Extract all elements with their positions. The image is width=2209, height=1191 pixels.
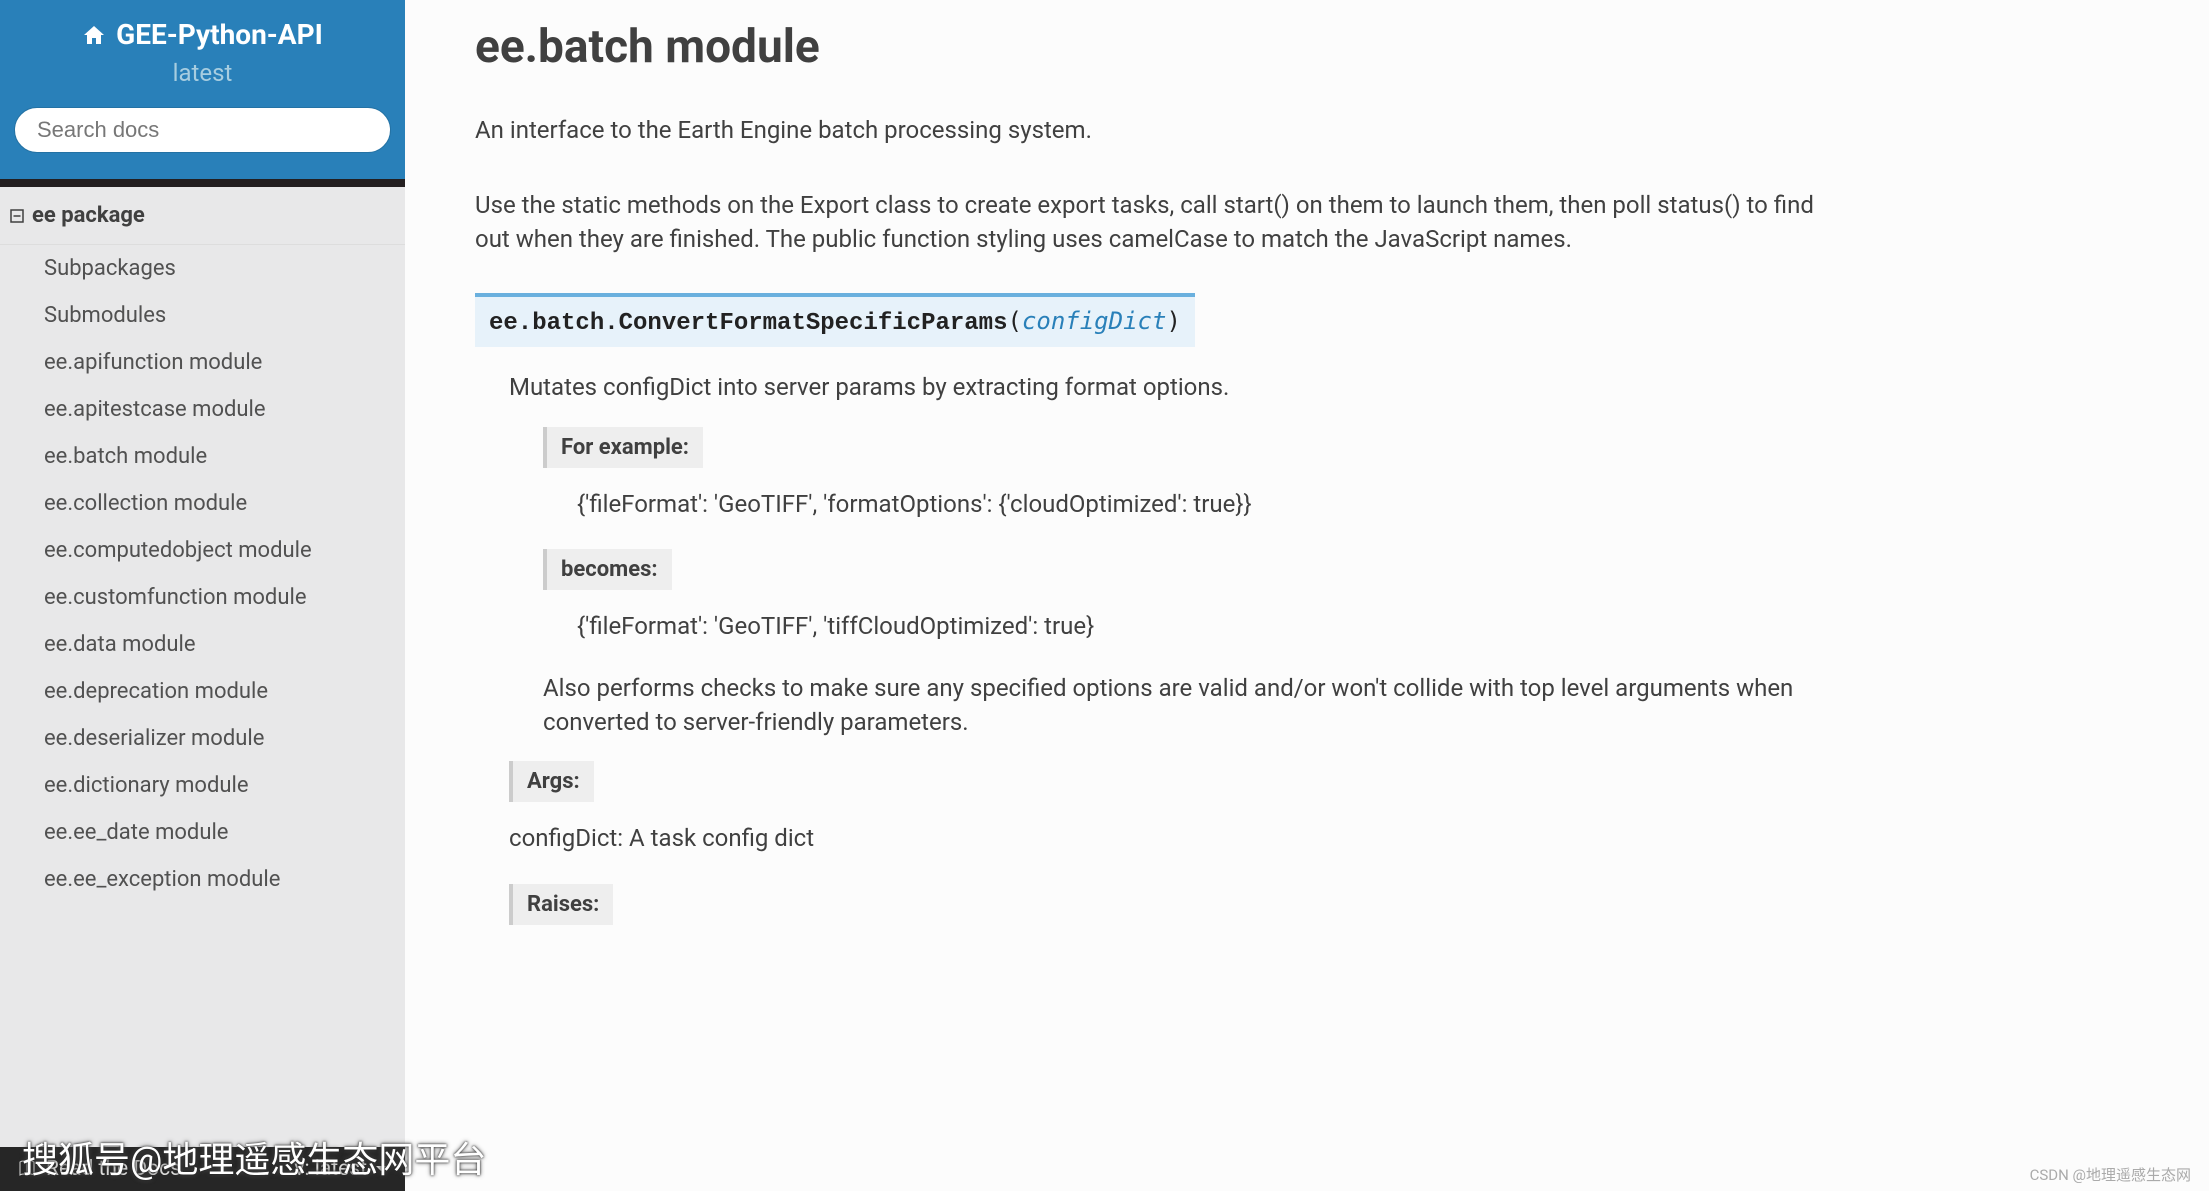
nav-item[interactable]: ee.deserializer module	[0, 715, 405, 762]
page-root: GEE-Python-API latest ee package Subpack…	[0, 0, 2209, 1191]
func-summary: Mutates configDict into server params by…	[509, 371, 2144, 405]
site-version: latest	[10, 59, 395, 87]
nav-heading[interactable]: ee package	[0, 187, 405, 245]
rtd-brand: Read the Docs	[18, 1157, 181, 1181]
intro-text: An interface to the Earth Engine batch p…	[475, 114, 2144, 148]
raises-label: Raises:	[509, 884, 613, 925]
sidebar-nav: ee package Subpackages Submodules ee.api…	[0, 187, 405, 1191]
nav-item[interactable]: ee.apitestcase module	[0, 386, 405, 433]
nav-item[interactable]: ee.ee_exception module	[0, 856, 405, 903]
search-input[interactable]	[14, 107, 391, 153]
sig-paren-open: (	[1007, 307, 1021, 335]
sidebar-header: GEE-Python-API latest	[0, 0, 405, 107]
site-title-text: GEE-Python-API	[116, 18, 323, 51]
rtd-version-text: v: latest	[294, 1157, 367, 1181]
content: ee.batch module An interface to the Eart…	[405, 0, 2209, 1191]
nav-item[interactable]: ee.dictionary module	[0, 762, 405, 809]
watermark-right: CSDN @地理遥感生态网	[2030, 1164, 2191, 1185]
caret-down-icon	[375, 1165, 387, 1173]
example-output: {'fileFormat': 'GeoTIFF', 'tiffCloudOpti…	[543, 610, 2144, 644]
example-input: {'fileFormat': 'GeoTIFF', 'formatOptions…	[543, 488, 2144, 522]
example-block: For example: {'fileFormat': 'GeoTIFF', '…	[509, 427, 2144, 739]
doc-block: Mutates configDict into server params by…	[475, 371, 2144, 945]
home-icon	[82, 24, 106, 46]
nav-heading-text: ee package	[32, 203, 145, 228]
nav-item[interactable]: ee.deprecation module	[0, 668, 405, 715]
nav-item[interactable]: ee.batch module	[0, 433, 405, 480]
divider-bar	[0, 179, 405, 187]
nav-item[interactable]: ee.computedobject module	[0, 527, 405, 574]
site-title[interactable]: GEE-Python-API	[82, 18, 323, 51]
nav-list: Subpackages Submodules ee.apifunction mo…	[0, 245, 405, 903]
nav-item[interactable]: ee.apifunction module	[0, 339, 405, 386]
book-icon	[18, 1160, 36, 1178]
nav-item[interactable]: Subpackages	[0, 245, 405, 292]
rtd-footer[interactable]: Read the Docs v: latest	[0, 1147, 405, 1191]
nav-item[interactable]: ee.customfunction module	[0, 574, 405, 621]
nav-item[interactable]: ee.collection module	[0, 480, 405, 527]
page-title: ee.batch module	[475, 20, 2144, 74]
body-text: Use the static methods on the Export cla…	[475, 188, 1835, 258]
search-wrap	[0, 107, 405, 179]
nav-item[interactable]: ee.data module	[0, 621, 405, 668]
collapse-icon	[10, 209, 24, 223]
example-label: For example:	[543, 427, 703, 468]
function-signature: ee.batch.ConvertFormatSpecificParams(con…	[475, 293, 1195, 347]
sig-param: configDict	[1022, 307, 1167, 335]
rtd-version: v: latest	[294, 1157, 387, 1181]
rtd-text: Read the Docs	[46, 1157, 181, 1181]
sig-paren-close: )	[1166, 307, 1180, 335]
sidebar: GEE-Python-API latest ee package Subpack…	[0, 0, 405, 1191]
args-label: Args:	[509, 761, 594, 802]
checks-text: Also performs checks to make sure any sp…	[543, 672, 1853, 739]
becomes-label: becomes:	[543, 549, 672, 590]
nav-item[interactable]: ee.ee_date module	[0, 809, 405, 856]
nav-item[interactable]: Submodules	[0, 292, 405, 339]
sig-qualname: ee.batch.ConvertFormatSpecificParams	[489, 310, 1007, 337]
args-body: configDict: A task config dict	[509, 822, 2144, 856]
